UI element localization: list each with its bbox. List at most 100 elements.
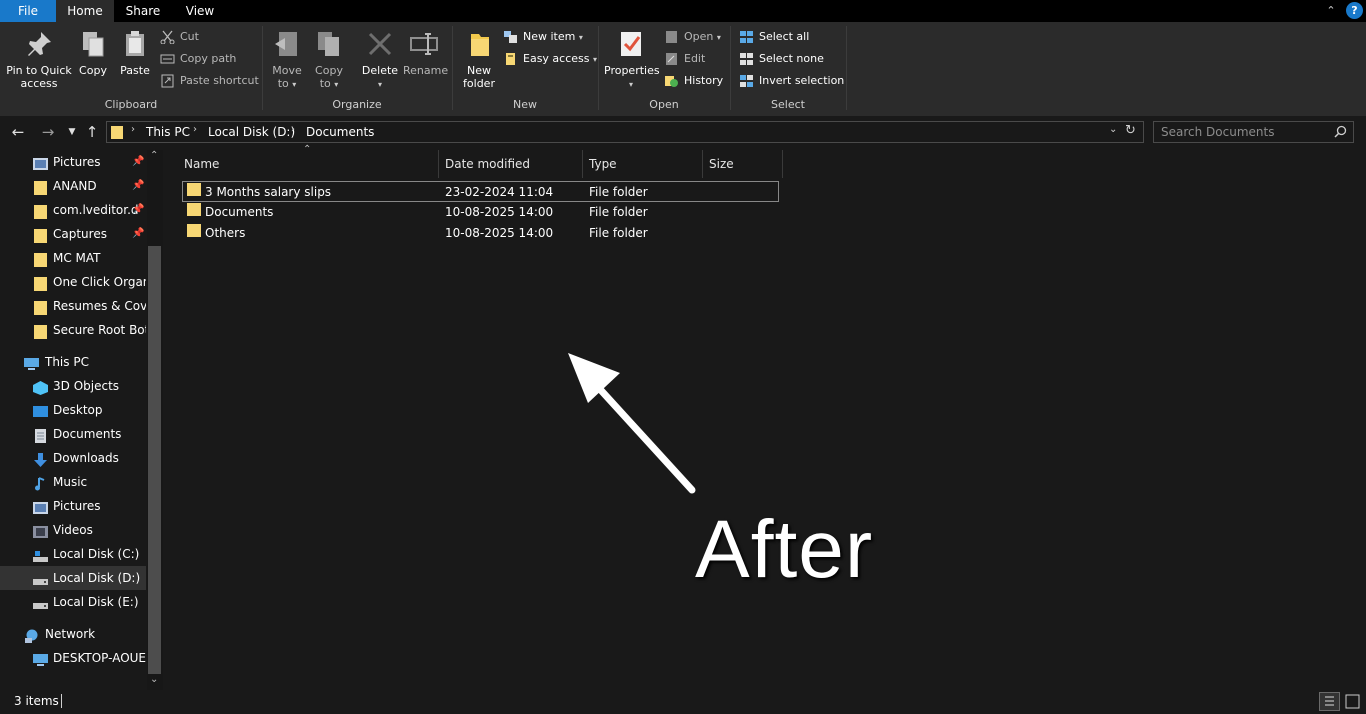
back-arrow-icon[interactable]: ← <box>8 122 28 142</box>
navigation-scrollbar-thumb[interactable] <box>148 246 161 674</box>
select-none-icon <box>739 52 754 66</box>
recent-locations-chevron-icon[interactable]: ▼ <box>62 122 82 142</box>
nav-item-label: This PC <box>45 355 89 369</box>
scroll-up-arrow-icon[interactable]: ⌃ <box>150 150 158 161</box>
search-box[interactable]: Search Documents <box>1153 121 1354 143</box>
nav-item-local-disk-d[interactable]: Local Disk (D:) <box>0 566 146 590</box>
copy-icon <box>77 28 109 60</box>
column-header-size[interactable]: Size <box>703 150 783 178</box>
drive-icon <box>33 571 48 585</box>
help-icon[interactable]: ? <box>1346 2 1363 19</box>
table-row[interactable]: 3 Months salary slips 23-02-2024 11:04 F… <box>182 181 779 202</box>
nav-item-local-disk-c[interactable]: Local Disk (C:) <box>0 542 146 566</box>
nav-item-videos[interactable]: Videos <box>0 518 146 542</box>
details-view-icon[interactable] <box>1319 692 1340 711</box>
copy-to-button[interactable]: Copy to ▾ <box>312 28 346 91</box>
breadcrumb-documents[interactable]: Documents <box>306 125 374 139</box>
properties-button[interactable]: Properties ▾ <box>604 28 660 91</box>
breadcrumb-local-disk-d[interactable]: Local Disk (D:) <box>208 125 295 139</box>
select-none-button[interactable]: Select none <box>739 49 824 69</box>
select-all-button[interactable]: Select all <box>739 27 809 47</box>
pictures-icon <box>33 155 48 170</box>
paste-button[interactable]: Paste <box>118 28 152 77</box>
ribbon-tab-bar: File Home Share View ⌃ ? <box>0 0 1366 22</box>
file-name: Others <box>205 226 246 240</box>
history-button[interactable]: History <box>664 71 723 91</box>
forward-arrow-icon[interactable]: → <box>38 122 58 142</box>
search-icon[interactable] <box>1334 125 1347 138</box>
collapse-ribbon-chevron-icon[interactable]: ⌃ <box>1322 2 1340 20</box>
nav-item-mc-mat[interactable]: MC MAT <box>0 246 146 270</box>
nav-item-3d-objects[interactable]: 3D Objects <box>0 374 146 398</box>
paste-shortcut-button[interactable]: Paste shortcut <box>160 71 259 91</box>
nav-item-label: Pictures <box>53 155 101 169</box>
nav-item-label: ANAND <box>53 179 97 193</box>
tab-file[interactable]: File <box>0 0 56 22</box>
move-to-icon <box>271 28 303 60</box>
delete-label: Delete <box>361 64 399 77</box>
nav-item-desktop[interactable]: Desktop <box>0 398 146 422</box>
rename-button[interactable]: Rename <box>403 28 448 77</box>
nav-item-label: Network <box>45 627 96 641</box>
nav-item-this-pc[interactable]: This PC <box>0 350 146 374</box>
scroll-down-arrow-icon[interactable]: ⌄ <box>150 674 158 685</box>
column-header-date-modified[interactable]: Date modified <box>439 150 583 178</box>
nav-item-desktop-computer[interactable]: DESKTOP-AOUE2I <box>0 646 146 670</box>
new-folder-button[interactable]: New folder <box>460 28 498 90</box>
table-row[interactable]: Others 10-08-2025 14:00 File folder <box>182 223 779 244</box>
breadcrumb-this-pc[interactable]: This PC <box>146 125 190 139</box>
nav-item-secure-root-bot[interactable]: Secure Root Bot <box>0 318 146 342</box>
nav-item-anand[interactable]: ANAND 📌 <box>0 174 146 198</box>
column-header-name[interactable]: Name <box>178 150 439 178</box>
nav-item-music[interactable]: Music <box>0 470 146 494</box>
pin-icon <box>23 28 55 60</box>
table-row[interactable]: Documents 10-08-2025 14:00 File folder <box>182 202 779 223</box>
copy-path-button[interactable]: Copy path <box>160 49 236 69</box>
pin-to-quick-access-button[interactable]: Pin to Quick access <box>6 28 72 90</box>
nav-item-label: Pictures <box>53 499 101 513</box>
tab-view[interactable]: View <box>172 0 228 22</box>
nav-item-pictures[interactable]: Pictures <box>0 494 146 518</box>
rename-icon <box>408 28 440 60</box>
status-divider <box>61 694 62 708</box>
nav-item-label: Captures <box>53 227 107 241</box>
open-label: Open <box>684 30 714 43</box>
new-item-button[interactable]: New item ▾ <box>503 27 583 47</box>
nav-item-captures[interactable]: Captures 📌 <box>0 222 146 246</box>
up-arrow-icon[interactable]: ↑ <box>82 122 102 142</box>
nav-item-local-disk-e[interactable]: Local Disk (E:) <box>0 590 146 614</box>
nav-item-documents[interactable]: Documents <box>0 422 146 446</box>
nav-item-pictures-quick[interactable]: Pictures 📌 <box>0 150 146 174</box>
breadcrumb-separator: › <box>291 124 295 135</box>
move-to-button[interactable]: Move to ▾ <box>270 28 304 91</box>
address-dropdown-icon[interactable]: ⌄ <box>1109 124 1117 135</box>
nav-item-resumes-cover[interactable]: Resumes & Cover <box>0 294 146 318</box>
new-folder-icon <box>463 28 495 60</box>
easy-access-button[interactable]: Easy access ▾ <box>503 49 597 69</box>
pin-label-1: Pin to Quick <box>6 64 72 77</box>
nav-item-one-click-organizer[interactable]: One Click Organiz <box>0 270 146 294</box>
nav-item-label: Documents <box>53 427 122 441</box>
cut-button[interactable]: Cut <box>160 27 199 47</box>
copy-to-label-2: to <box>319 77 331 90</box>
address-bar[interactable]: › This PC › Local Disk (D:) › Documents … <box>106 121 1144 143</box>
column-header-type[interactable]: Type <box>583 150 703 178</box>
nav-item-com-lveditor[interactable]: com.lveditor.d 📌 <box>0 198 146 222</box>
nav-item-network[interactable]: Network <box>0 622 146 646</box>
pin-icon: 📌 <box>132 228 145 239</box>
refresh-icon[interactable]: ↻ <box>1125 123 1136 138</box>
nav-item-label: Local Disk (E:) <box>53 595 139 609</box>
invert-selection-button[interactable]: Invert selection <box>739 71 844 91</box>
folder-icon <box>33 275 48 291</box>
delete-button[interactable]: Delete ▾ <box>360 28 400 91</box>
edit-button[interactable]: Edit <box>664 49 705 69</box>
group-label-organize: Organize <box>332 98 382 111</box>
open-button[interactable]: Open ▾ <box>664 27 721 47</box>
tab-home[interactable]: Home <box>56 0 114 22</box>
large-icons-view-icon[interactable] <box>1343 692 1362 711</box>
copy-button[interactable]: Copy <box>76 28 110 77</box>
easy-access-label: Easy access <box>523 52 590 65</box>
file-date: 10-08-2025 14:00 <box>445 205 554 219</box>
tab-share[interactable]: Share <box>114 0 172 22</box>
nav-item-downloads[interactable]: Downloads <box>0 446 146 470</box>
